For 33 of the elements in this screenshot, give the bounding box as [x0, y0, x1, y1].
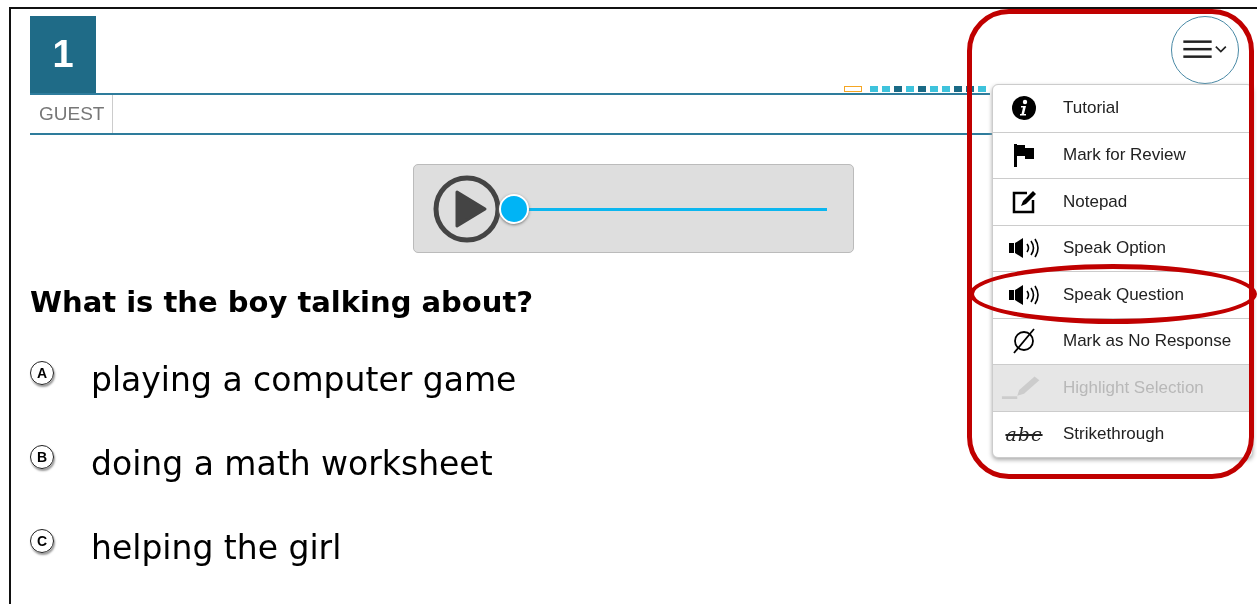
slider-thumb[interactable]: [499, 193, 529, 224]
progress-square[interactable]: [906, 86, 914, 92]
menu-item[interactable]: Tutorial: [993, 85, 1252, 132]
menu-item[interactable]: Mark for Review: [993, 131, 1252, 178]
flag-icon: [1011, 142, 1037, 169]
play-button[interactable]: [432, 173, 502, 244]
menu-item[interactable]: abc Strikethrough: [993, 410, 1252, 457]
progress-square[interactable]: [954, 86, 962, 92]
user-name: GUEST: [30, 95, 114, 133]
question-number: 1: [30, 16, 96, 93]
slider-track[interactable]: [528, 207, 827, 211]
speaker-icon: [1008, 236, 1040, 261]
progress-square[interactable]: [942, 86, 950, 92]
menu-item[interactable]: Speak Question: [993, 271, 1252, 318]
option-text[interactable]: playing a computer game: [91, 360, 517, 399]
option-text[interactable]: helping the girl: [91, 528, 342, 567]
progress-square[interactable]: [918, 86, 926, 92]
strikethrough-icon: abc: [1005, 423, 1043, 446]
progress-square[interactable]: [930, 86, 938, 92]
progress-square[interactable]: [894, 86, 902, 92]
progress-square[interactable]: [882, 86, 890, 92]
empty-set-icon: [1010, 327, 1038, 356]
info-icon: [1011, 95, 1037, 122]
menu-button[interactable]: [1171, 16, 1239, 84]
progress-square[interactable]: [844, 86, 862, 92]
question-text: What is the boy talking about?: [30, 285, 534, 319]
notepad-icon: [1011, 188, 1037, 215]
menu-item[interactable]: Notepad: [993, 178, 1252, 225]
option-text[interactable]: doing a math worksheet: [91, 444, 493, 483]
progress-square[interactable]: [870, 86, 878, 92]
progress-square[interactable]: [978, 86, 986, 92]
menu-item[interactable]: Speak Option: [993, 224, 1252, 271]
speaker-icon: [1008, 282, 1040, 307]
